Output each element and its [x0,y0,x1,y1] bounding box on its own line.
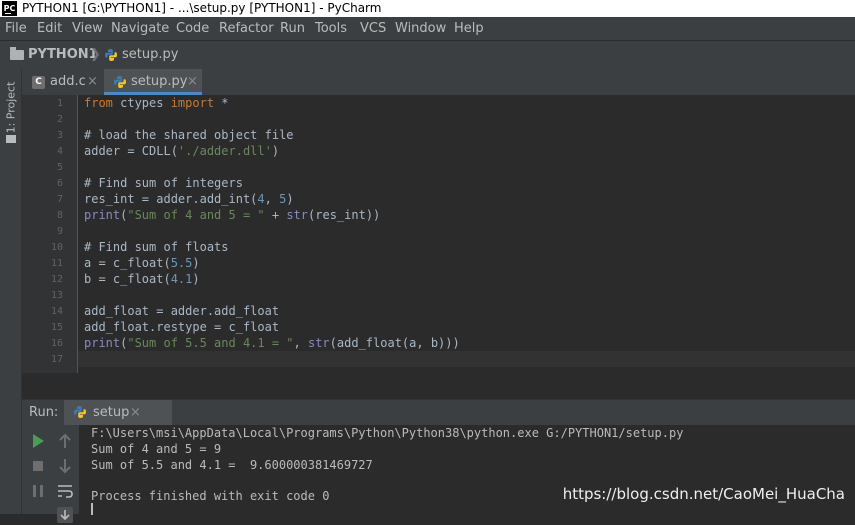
console-line: F:\Users\msi\AppData\Local\Programs\Pyth… [91,426,684,440]
line-number: 3 [56,130,63,141]
run-toolbar [22,425,79,523]
menu-edit[interactable]: Edit [37,17,62,40]
menu-window[interactable]: Window [395,17,446,40]
stop-icon[interactable] [28,456,48,476]
python-file-icon [74,406,86,418]
tab-label: add.c [50,74,86,89]
code-line: b = c_float(4.1) [84,272,200,286]
code-line: # Find sum of integers [84,176,243,190]
tab-add-c[interactable]: C add.c × [22,69,100,95]
menu-navigate[interactable]: Navigate [111,17,169,40]
line-number: 17 [50,354,63,365]
line-number: 15 [50,322,63,333]
left-tool-strip: 1: Project [0,69,22,514]
close-icon[interactable]: × [187,69,198,95]
run-panel-label: Run: [29,405,59,420]
project-folder-icon[interactable] [6,135,16,143]
menu-view[interactable]: View [72,17,103,40]
arrow-up-icon[interactable] [55,431,75,451]
arrow-down-icon[interactable] [55,456,75,476]
menu-help[interactable]: Help [454,17,484,40]
breadcrumb: PYTHON1 ❯ setup.py [0,40,855,70]
code-line: add_float = adder.add_float [84,304,280,318]
tab-setup-py[interactable]: setup.py × [104,69,202,95]
line-number: 16 [50,338,63,349]
menu-tools[interactable]: Tools [315,17,347,40]
line-number: 11 [50,258,63,269]
menu-bar: File Edit View Navigate Code Refactor Ru… [0,17,855,40]
code-line: # load the shared object file [84,128,294,142]
line-number: 2 [56,114,63,125]
close-icon[interactable]: × [87,69,98,95]
line-number: 13 [50,290,63,301]
line-number: 9 [56,226,63,237]
menu-file[interactable]: File [5,17,27,40]
console-line: Sum of 5.5 and 4.1 = 9.600000381469727 [91,458,373,472]
editor-tab-bar: C add.c × setup.py × [22,69,855,96]
line-number: 12 [50,274,63,285]
line-number: 7 [56,194,63,205]
line-number: 8 [56,210,63,221]
python-file-icon [114,76,126,88]
breadcrumb-project[interactable]: PYTHON1 [28,41,98,69]
soft-wrap-icon[interactable] [55,481,75,501]
menu-vcs[interactable]: VCS [360,17,386,40]
c-file-icon: C [32,76,45,89]
python-file-icon [105,49,117,61]
close-icon[interactable]: × [130,400,141,425]
line-number: 5 [56,162,63,173]
pause-icon[interactable] [28,481,48,501]
console-line: Sum of 4 and 5 = 9 [91,442,222,456]
chevron-right-icon: ❯ [90,47,101,62]
line-number-gutter: 1 2 3 4 5 6 7 8 9 10 11 12 13 14 15 16 1… [22,95,78,373]
run-panel-header: Run: setup × [22,399,855,426]
text-cursor [91,503,93,515]
code-line: add_float.restype = c_float [84,320,280,334]
run-tab-setup[interactable]: setup × [64,400,172,425]
project-tool-tab-label: 1: Project [4,81,18,134]
code-line: a = c_float(5.5) [84,256,200,270]
window-title-bar: PC PYTHON1 [G:\PYTHON1] - ...\setup.py [… [0,0,855,17]
code-line: print("Sum of 5.5 and 4.1 = ", str(add_f… [84,336,460,350]
line-number: 6 [56,178,63,189]
console-line: Process finished with exit code 0 [91,489,330,503]
line-number: 10 [50,242,63,253]
tab-label: setup.py [131,74,188,89]
code-line: print("Sum of 4 and 5 = " + str(res_int)… [84,208,381,222]
scroll-to-end-icon[interactable] [55,505,75,525]
rerun-icon[interactable] [28,431,48,451]
menu-code[interactable]: Code [176,17,209,40]
window-title: PYTHON1 [G:\PYTHON1] - ...\setup.py [PYT… [22,1,382,15]
code-line: res_int = adder.add_int(4, 5) [84,192,294,206]
code-line: from ctypes import * [84,96,229,110]
menu-run[interactable]: Run [280,17,305,40]
line-number: 14 [50,306,63,317]
folder-icon [10,47,24,60]
editor-empty-area [22,373,855,399]
menu-refactor[interactable]: Refactor [219,17,274,40]
current-line [78,351,855,367]
line-number: 4 [56,146,63,157]
code-editor[interactable]: from ctypes import * # load the shared o… [78,95,855,373]
run-tab-label: setup [93,405,130,420]
watermark: https://blog.csdn.net/CaoMei_HuaCha [562,485,845,503]
code-line: # Find sum of floats [84,240,229,254]
line-number: 1 [56,98,63,109]
project-tool-tab[interactable]: 1: Project [1,79,20,139]
code-line: adder = CDLL('./adder.dll') [84,144,280,158]
breadcrumb-file[interactable]: setup.py [122,41,178,69]
pycharm-logo-icon: PC [2,1,17,16]
